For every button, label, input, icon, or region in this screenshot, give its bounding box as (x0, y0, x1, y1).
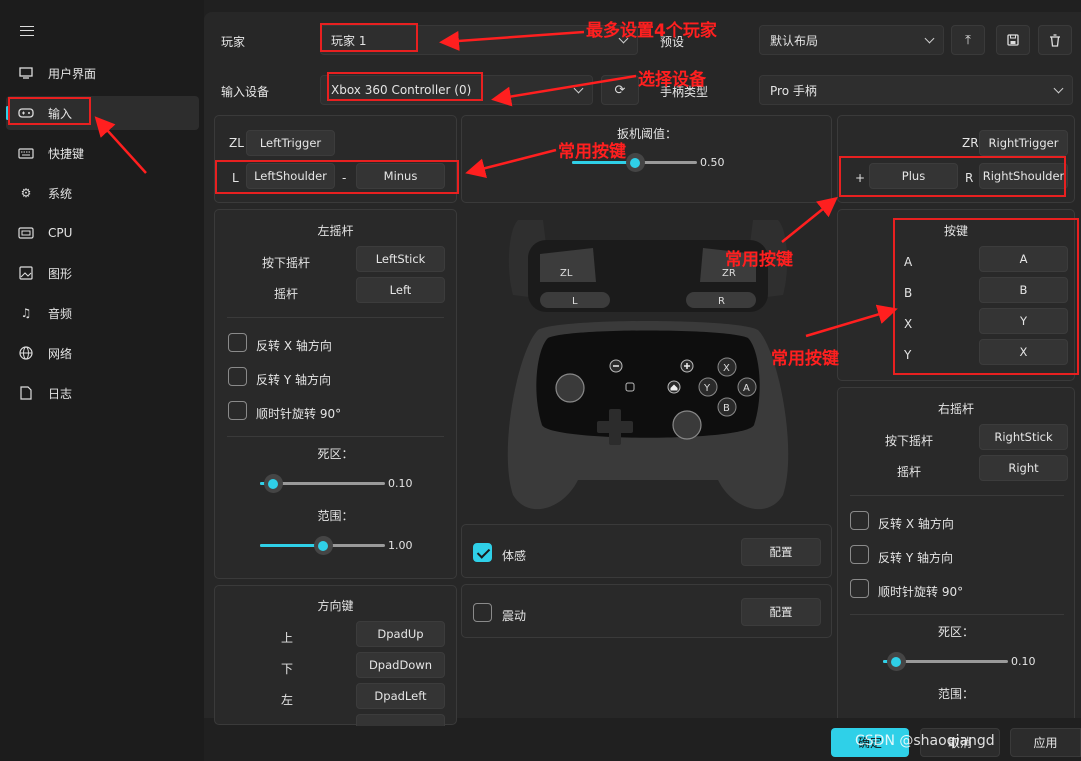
annotation-arrow (805, 304, 898, 338)
annotation-arrow (781, 196, 838, 243)
annotation-arrow (94, 116, 147, 174)
annotation-arrow (465, 148, 557, 178)
annotation-arrow (439, 30, 585, 51)
annotation-arrows (94, 30, 898, 338)
annotation-arrow (491, 74, 637, 107)
